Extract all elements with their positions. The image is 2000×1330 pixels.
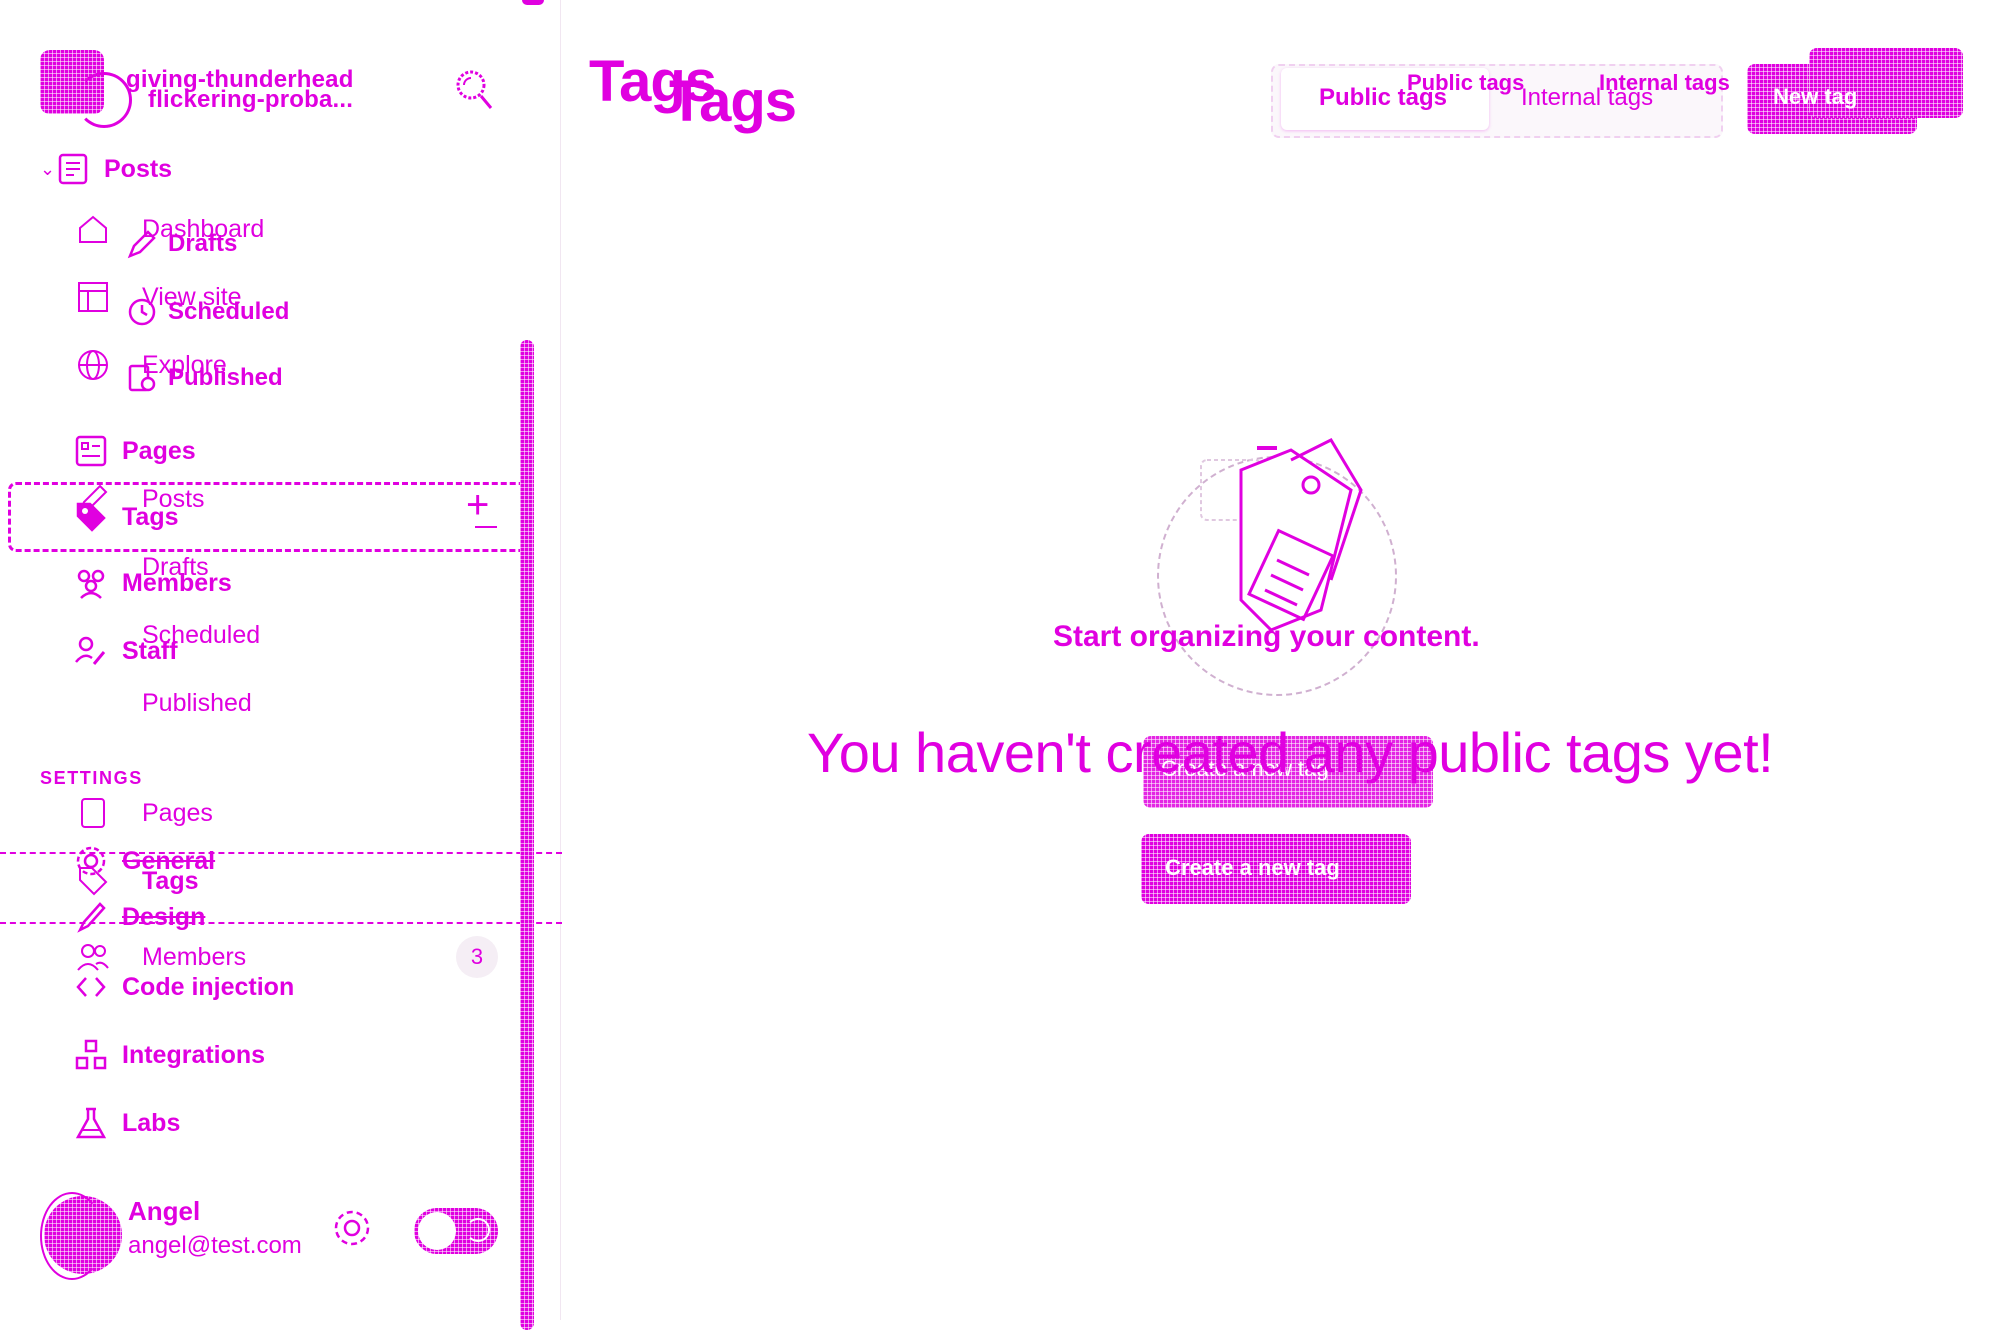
nav-posts-label: Posts (104, 154, 173, 183)
posts-icon (56, 152, 90, 186)
nav-drafts-label: Drafts (168, 230, 238, 257)
globe-icon (76, 348, 110, 382)
create-tag-button-label[interactable]: Create a new tag (1165, 855, 1340, 881)
tab-internal-label-shadow: Internal tags (1599, 70, 1730, 95)
nav-published-label: Published (168, 364, 283, 391)
nav-published[interactable]: Published (126, 362, 283, 394)
code-icon (74, 970, 108, 1004)
nav-pages[interactable]: Pages (74, 434, 196, 468)
nav-general[interactable]: General (74, 844, 215, 878)
integrations-icon (74, 1038, 108, 1072)
empty-state-message: You haven't created any public tags yet! (807, 721, 1774, 784)
flask-icon (74, 1106, 108, 1140)
search-icon[interactable] (454, 66, 494, 112)
nav-code-injection[interactable]: Code injection (74, 970, 294, 1004)
nav-code-injection-label: Code injection (122, 972, 295, 1001)
main-content: Tags Tags Public tags Internal tags Publ… (561, 0, 2000, 1320)
nav-tags[interactable]: Tags (74, 500, 179, 534)
nav-labs-label: Labs (122, 1108, 181, 1137)
ghost-nav-label: Members (142, 942, 247, 971)
nav-drafts[interactable]: Drafts (126, 228, 237, 260)
new-tag-label: New tag (1773, 84, 1858, 109)
nav-staff[interactable]: Staff (74, 634, 178, 668)
nav-integrations-label: Integrations (122, 1040, 266, 1069)
page-icon (76, 796, 110, 830)
nav-general-label: General (122, 846, 216, 875)
ghost-nav-published[interactable]: Published (76, 686, 252, 720)
ghost-nav-label: Published (142, 688, 252, 717)
layout-icon (76, 280, 110, 314)
user-email: angel@test.com (128, 1232, 302, 1259)
chevron-down-icon[interactable]: ⌄ (40, 159, 56, 180)
nav-labs[interactable]: Labs (74, 1106, 180, 1140)
site-name-secondary: flickering-proba... (148, 86, 354, 113)
avatar[interactable] (40, 1192, 122, 1280)
nav-members-label: Members (122, 568, 232, 597)
members-count-badge: 3 (456, 936, 498, 978)
add-tag-icon[interactable]: + (466, 485, 489, 525)
brush-icon (74, 900, 108, 934)
nav-staff-label: Staff (122, 636, 178, 665)
nav-pages-label: Pages (122, 436, 196, 465)
nav-tags-label: Tags (122, 502, 179, 531)
ghost-nav-label: Pages (142, 798, 213, 827)
top-indicator (522, 0, 544, 5)
members-icon (74, 566, 108, 600)
tab-public-label-shadow: Public tags (1407, 70, 1525, 95)
settings-heading: SETTINGS (40, 768, 143, 788)
nav-scheduled[interactable]: Scheduled (126, 296, 289, 328)
sidebar-scrollbar[interactable] (520, 340, 534, 1330)
ghost-nav-members[interactable]: Members (76, 940, 246, 974)
clock-icon (126, 296, 158, 328)
nav-integrations[interactable]: Integrations (74, 1038, 265, 1072)
dark-mode-toggle[interactable] (414, 1208, 498, 1254)
nav-posts[interactable]: ⌄ Posts (40, 152, 172, 186)
sidebar: giving-thunderhead flickering-proba... D… (0, 0, 562, 1330)
moon-icon (466, 1218, 490, 1242)
home-icon (76, 212, 110, 246)
gear-icon (74, 844, 108, 878)
ghost-nav-pages[interactable]: Pages (76, 796, 213, 830)
pages-icon (74, 434, 108, 468)
nav-members[interactable]: Members (74, 566, 232, 600)
nav-design[interactable]: Design (74, 900, 205, 934)
pencil-icon (126, 228, 158, 260)
site-icon[interactable] (40, 50, 132, 128)
tag-icon (74, 500, 108, 534)
gear-icon[interactable] (330, 1206, 374, 1250)
members-icon (76, 940, 110, 974)
published-icon (126, 362, 158, 394)
empty-state-heading: Start organizing your content. (1053, 620, 1480, 653)
nav-scheduled-label: Scheduled (168, 298, 290, 325)
user-name[interactable]: Angel (128, 1196, 200, 1227)
page-title-shadow: Tags (669, 69, 797, 134)
staff-icon (74, 634, 108, 668)
nav-design-label: Design (122, 902, 206, 931)
